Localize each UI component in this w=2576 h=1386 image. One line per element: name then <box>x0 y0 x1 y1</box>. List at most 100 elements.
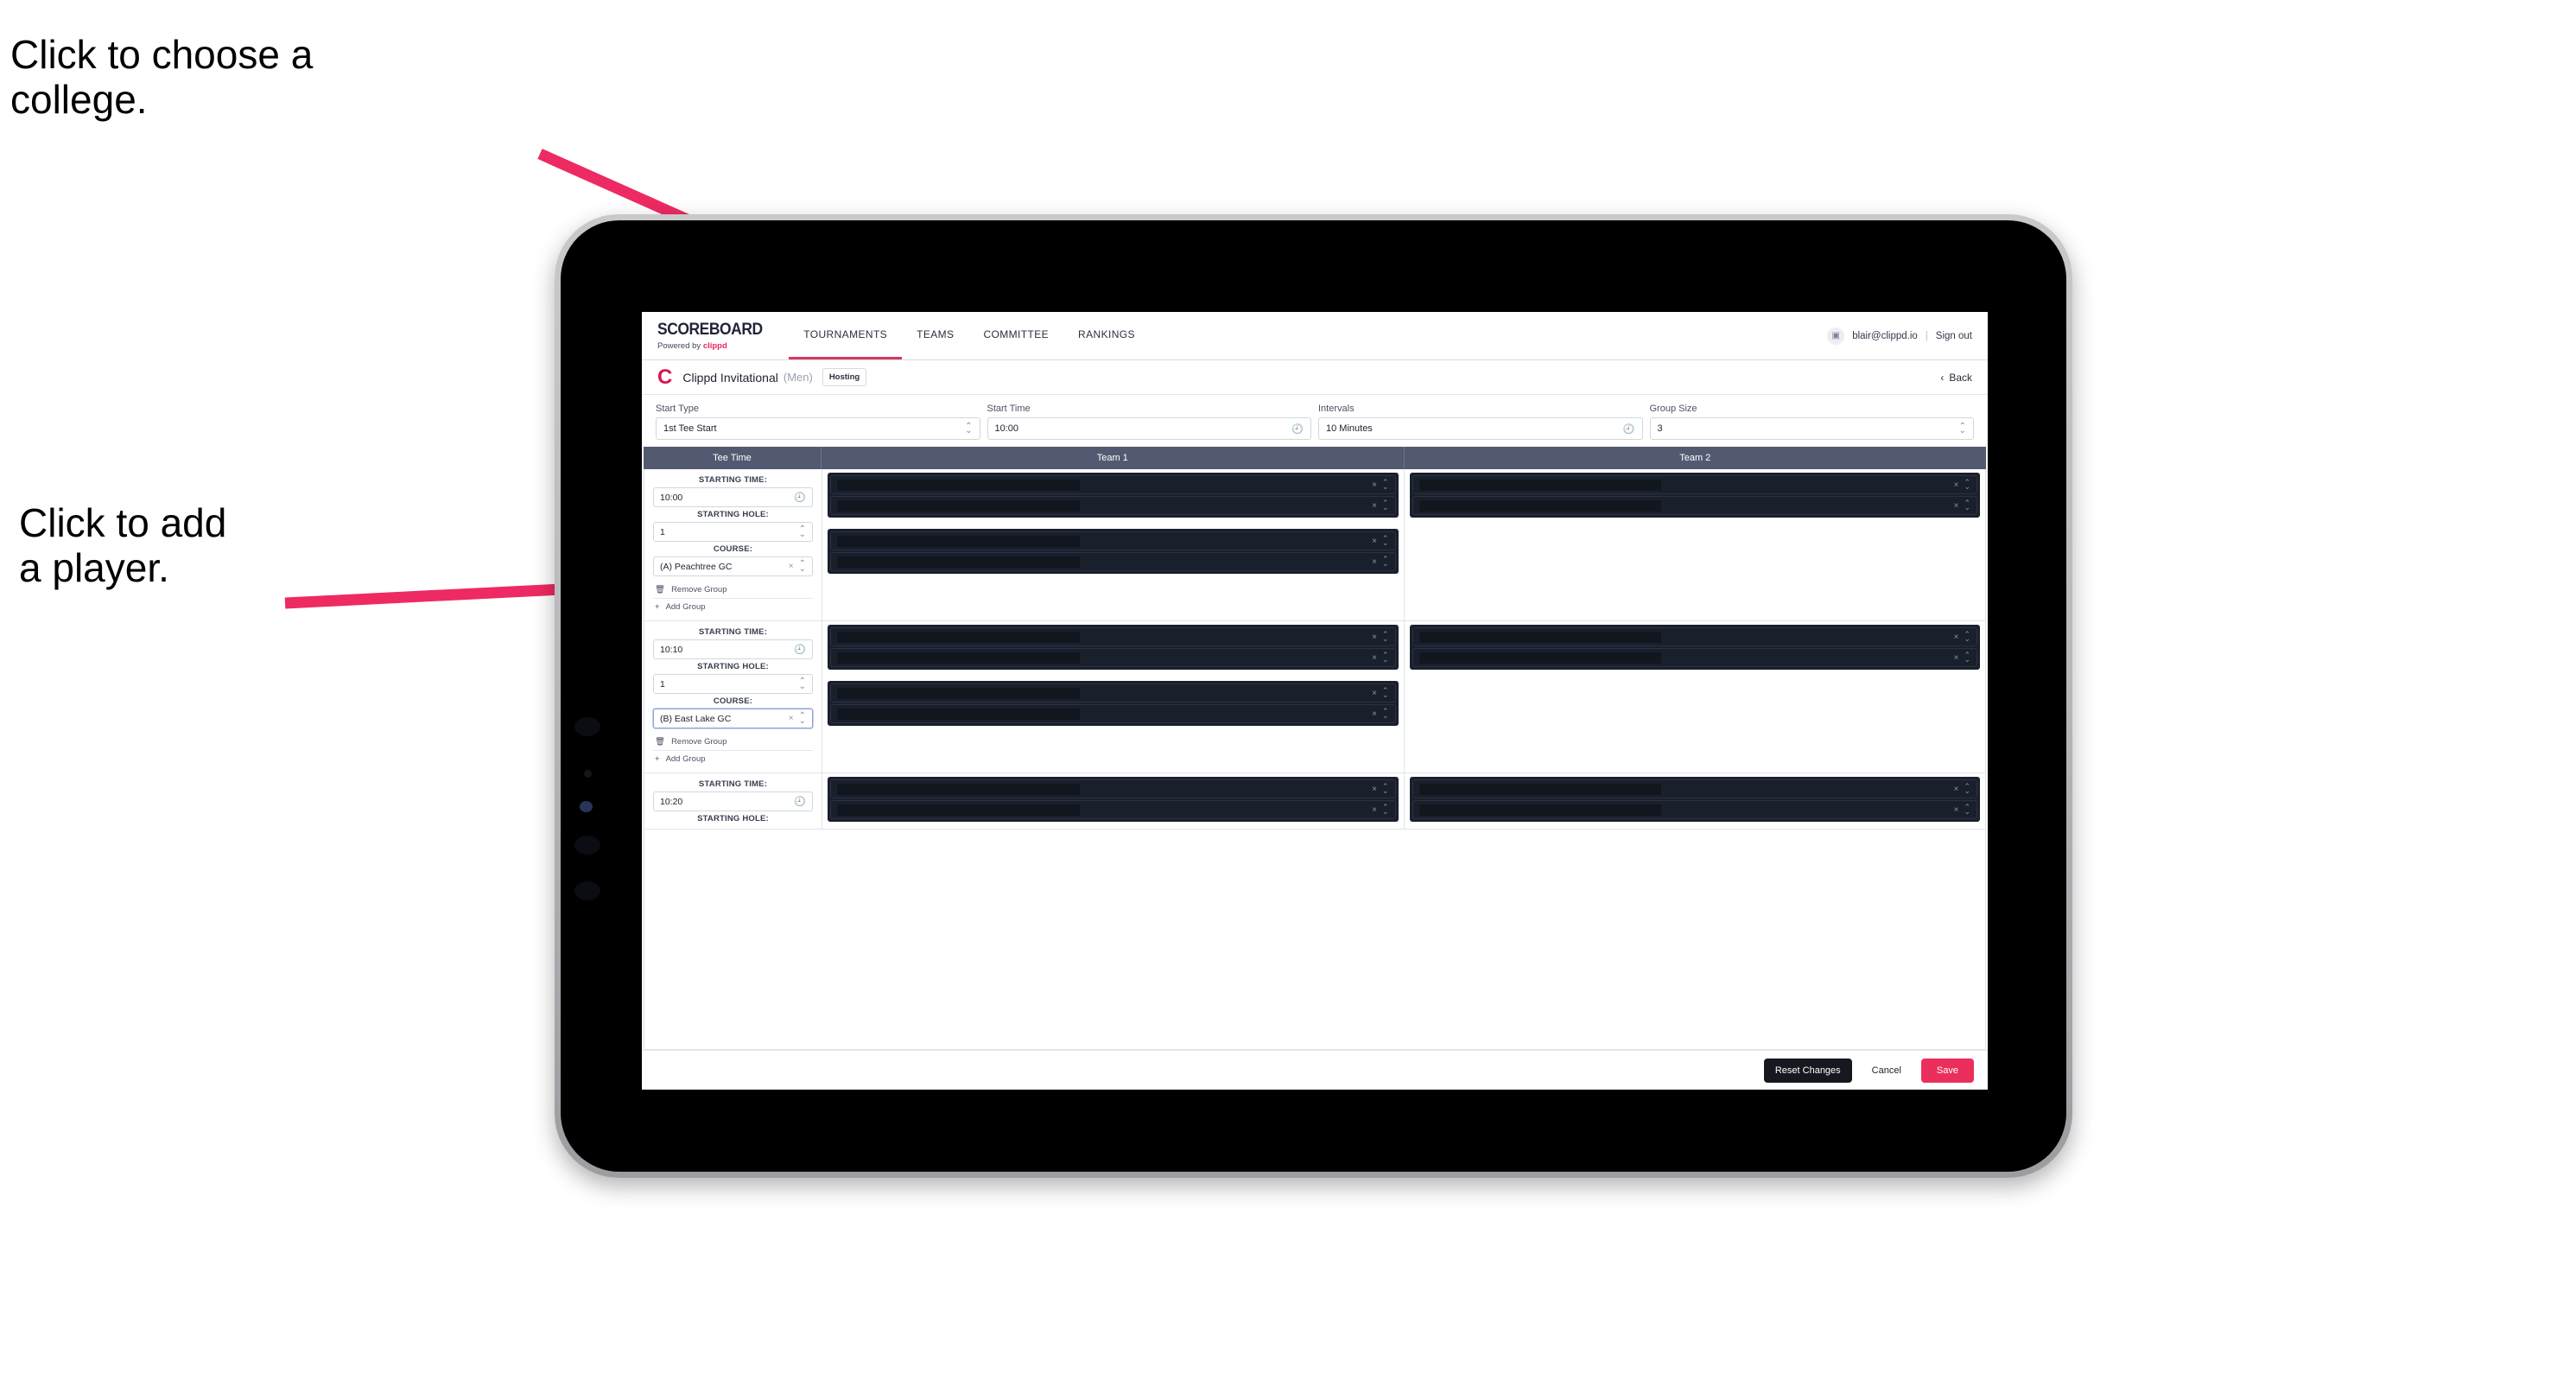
clock-icon[interactable]: 🕘 <box>794 796 806 807</box>
clear-player-icon[interactable]: × <box>1372 805 1377 815</box>
player-slot[interactable]: × ⌃ ⌄ <box>1412 800 1977 819</box>
stepper-icon[interactable]: ⌃ ⌄ <box>1382 708 1389 720</box>
cancel-button[interactable]: Cancel <box>1861 1059 1913 1083</box>
account-avatar-icon[interactable]: ▣ <box>1827 327 1845 345</box>
clear-course-icon[interactable]: × <box>789 714 794 723</box>
starting-time-input[interactable]: 10:10 🕘 <box>653 639 813 659</box>
clear-player-icon[interactable]: × <box>1954 501 1959 511</box>
stepper-icon[interactable]: ⌃ ⌄ <box>1964 479 1970 491</box>
stepper-icon[interactable]: ⌃ ⌄ <box>799 712 806 725</box>
nav-tab-tournaments-label: TOURNAMENTS <box>803 328 888 340</box>
starting-time-label: STARTING TIME: <box>698 475 768 485</box>
add-group-button[interactable]: + Add Group <box>653 751 813 767</box>
stepper-icon[interactable]: ⌃ ⌄ <box>1959 422 1966 435</box>
clear-player-icon[interactable]: × <box>1372 480 1377 490</box>
clear-player-icon[interactable]: × <box>1372 709 1377 719</box>
course-select[interactable]: (B) East Lake GC × ⌃ ⌄ <box>653 709 813 728</box>
player-group: × ⌃ ⌄ × ⌃ ⌄ <box>1409 473 1980 518</box>
player-name-redacted <box>837 556 1080 568</box>
player-group: × ⌃ ⌄ × ⌃ ⌄ <box>1409 625 1980 670</box>
app-viewport: SCOREBOARD Powered by clippd TOURNAMENTS… <box>642 312 1988 1090</box>
starting-time-input[interactable]: 10:20 🕘 <box>653 792 813 811</box>
clear-player-icon[interactable]: × <box>1372 537 1377 546</box>
save-button[interactable]: Save <box>1920 1058 1974 1083</box>
back-button[interactable]: ‹ Back <box>1940 372 1972 384</box>
player-slot[interactable]: × ⌃ ⌄ <box>1412 475 1977 494</box>
course-select[interactable]: (A) Peachtree GC × ⌃ ⌄ <box>653 556 813 576</box>
action-footer: Reset Changes Cancel Save <box>642 1050 1988 1090</box>
stepper-icon[interactable]: ⌃ ⌄ <box>1382 631 1389 643</box>
player-slot[interactable]: × ⌃ ⌄ <box>830 552 1396 571</box>
stepper-icon[interactable]: ⌃ ⌄ <box>799 560 806 573</box>
player-slot[interactable]: × ⌃ ⌄ <box>830 800 1396 819</box>
stepper-icon[interactable]: ⌃ ⌄ <box>1382 499 1389 512</box>
reset-changes-button[interactable]: Reset Changes <box>1763 1058 1852 1083</box>
clear-player-icon[interactable]: × <box>1954 653 1959 663</box>
nav-tab-teams[interactable]: TEAMS <box>902 312 968 359</box>
clear-player-icon[interactable]: × <box>1954 633 1959 642</box>
intervals-input[interactable]: 10 Minutes 🕘 <box>1318 417 1643 440</box>
stepper-icon[interactable]: ⌃ ⌄ <box>1382 556 1389 568</box>
scoreboard-logo[interactable]: SCOREBOARD Powered by clippd <box>642 312 789 359</box>
player-slot[interactable]: × ⌃ ⌄ <box>830 496 1396 515</box>
field-start-type-label: Start Type <box>656 404 699 414</box>
field-start-time: Start Time 10:00 🕘 <box>987 404 1311 440</box>
clear-player-icon[interactable]: × <box>1954 480 1959 490</box>
player-slot[interactable]: × ⌃ ⌄ <box>830 475 1396 494</box>
stepper-icon[interactable]: ⌃ ⌄ <box>1964 499 1970 512</box>
clear-player-icon[interactable]: × <box>1372 785 1377 794</box>
player-slot[interactable]: × ⌃ ⌄ <box>830 683 1396 703</box>
add-group-button[interactable]: + Add Group <box>653 599 813 615</box>
clear-player-icon[interactable]: × <box>1954 785 1959 794</box>
clock-icon[interactable]: 🕘 <box>1291 423 1304 435</box>
stepper-icon[interactable]: ⌃ ⌄ <box>1964 652 1970 664</box>
stepper-icon[interactable]: ⌃ ⌄ <box>1382 479 1389 491</box>
starting-hole-input[interactable]: 1 ⌃ ⌄ <box>653 522 813 542</box>
player-slot[interactable]: × ⌃ ⌄ <box>1412 648 1977 667</box>
clock-icon[interactable]: 🕘 <box>1623 423 1635 435</box>
tee-time-cell: STARTING TIME: 10:10 🕘 STARTING HOLE: 1 ⌃ ⌄ COU… <box>644 621 822 772</box>
clear-player-icon[interactable]: × <box>1372 689 1377 698</box>
player-slot[interactable]: × ⌃ ⌄ <box>830 648 1396 667</box>
stepper-icon[interactable]: ⌃ ⌄ <box>1382 804 1389 816</box>
start-type-select[interactable]: 1st Tee Start ⌃ ⌄ <box>656 417 980 440</box>
stepper-icon[interactable]: ⌃ ⌄ <box>799 525 806 538</box>
stepper-icon[interactable]: ⌃ ⌄ <box>1382 687 1389 699</box>
clear-player-icon[interactable]: × <box>1372 653 1377 663</box>
stepper-icon[interactable]: ⌃ ⌄ <box>1382 652 1389 664</box>
stepper-icon[interactable]: ⌃ ⌄ <box>1964 631 1970 643</box>
clear-course-icon[interactable]: × <box>789 562 794 571</box>
stepper-icon[interactable]: ⌃ ⌄ <box>965 422 972 435</box>
clear-player-icon[interactable]: × <box>1954 805 1959 815</box>
stepper-icon[interactable]: ⌃ ⌄ <box>1382 535 1389 547</box>
clear-player-icon[interactable]: × <box>1372 501 1377 511</box>
player-slot[interactable]: × ⌃ ⌄ <box>1412 627 1977 646</box>
start-time-input[interactable]: 10:00 🕘 <box>987 417 1311 440</box>
course-label: COURSE: <box>713 696 753 706</box>
clear-player-icon[interactable]: × <box>1372 557 1377 567</box>
nav-tab-tournaments[interactable]: TOURNAMENTS <box>789 312 903 359</box>
stepper-icon[interactable]: ⌃ ⌄ <box>1964 783 1970 795</box>
stepper-icon[interactable]: ⌃ ⌄ <box>1382 783 1389 795</box>
player-slot[interactable]: × ⌃ ⌄ <box>830 531 1396 550</box>
clear-player-icon[interactable]: × <box>1372 633 1377 642</box>
player-slot[interactable]: × ⌃ ⌄ <box>1412 779 1977 798</box>
player-slot[interactable]: × ⌃ ⌄ <box>830 704 1396 723</box>
clock-icon[interactable]: 🕘 <box>794 644 806 655</box>
stepper-icon[interactable]: ⌃ ⌄ <box>799 677 806 690</box>
clock-icon[interactable]: 🕘 <box>794 492 806 503</box>
team-1-cell: × ⌃ ⌄ × ⌃ ⌄ <box>822 773 1405 829</box>
nav-tab-rankings[interactable]: RANKINGS <box>1063 312 1150 359</box>
starting-time-input[interactable]: 10:00 🕘 <box>653 487 813 507</box>
nav-tab-committee[interactable]: COMMITTEE <box>968 312 1063 359</box>
starting-hole-input[interactable]: 1 ⌃ ⌄ <box>653 674 813 694</box>
player-slot[interactable]: × ⌃ ⌄ <box>1412 496 1977 515</box>
remove-group-button[interactable]: 🗑 Remove Group <box>653 582 813 599</box>
indicator-led-icon <box>580 801 593 812</box>
player-slot[interactable]: × ⌃ ⌄ <box>830 627 1396 646</box>
player-slot[interactable]: × ⌃ ⌄ <box>830 779 1396 798</box>
sign-out-link[interactable]: Sign out <box>1936 331 1972 341</box>
group-size-select[interactable]: 3 ⌃ ⌄ <box>1649 417 1974 440</box>
remove-group-button[interactable]: 🗑 Remove Group <box>653 734 813 751</box>
stepper-icon[interactable]: ⌃ ⌄ <box>1964 804 1970 816</box>
